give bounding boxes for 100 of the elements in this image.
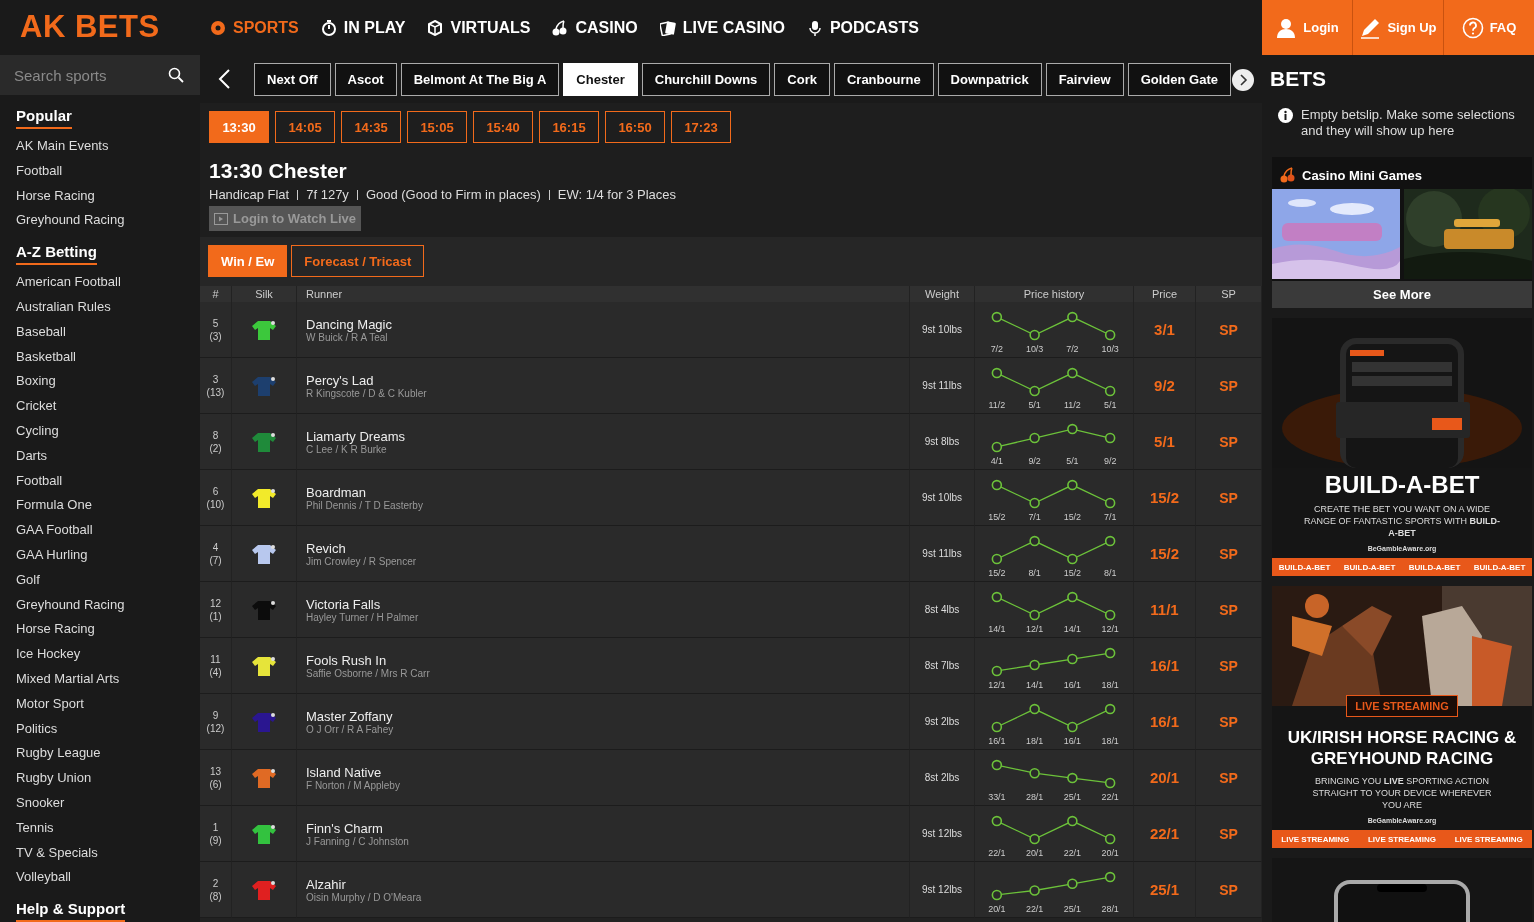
runner-name[interactable]: Master Zoffany — [306, 708, 393, 724]
price-button[interactable]: 11/1 — [1150, 601, 1179, 618]
jockey-trainer: J Fanning / C Johnston — [306, 835, 409, 847]
runner-name[interactable]: Victoria Falls — [306, 596, 381, 612]
sidebar-link[interactable]: Cycling — [0, 418, 200, 444]
search-field[interactable]: Search sports — [0, 55, 200, 95]
sp-button[interactable]: SP — [1219, 769, 1238, 786]
sidebar-link[interactable]: Formula One — [0, 493, 200, 519]
venue-tab[interactable]: Downpatrick — [937, 62, 1042, 96]
time-tab[interactable]: 15:40 — [473, 111, 533, 143]
nav-link[interactable]: CASINO — [552, 18, 638, 37]
sidebar-link[interactable]: Australian Rules — [0, 295, 200, 320]
sidebar-link[interactable]: Golf — [0, 567, 200, 593]
draw-number: (4) — [209, 665, 222, 679]
time-tab[interactable]: 16:50 — [605, 111, 665, 143]
market-tab[interactable]: Forecast / Tricast — [291, 245, 425, 277]
venue-tab[interactable]: Chester — [563, 62, 638, 96]
runner-name[interactable]: Boardman — [306, 484, 366, 500]
price-button[interactable]: 16/1 — [1149, 713, 1180, 730]
sidebar-link[interactable]: American Football — [0, 270, 200, 295]
sidebar-link[interactable]: GAA Hurling — [0, 542, 200, 568]
runner-name[interactable]: Island Native — [306, 764, 382, 780]
draw-number: (7) — [209, 553, 222, 567]
time-tab[interactable]: 15:05 — [407, 111, 467, 143]
sp-button[interactable]: SP — [1219, 545, 1238, 562]
sp-button[interactable]: SP — [1219, 601, 1238, 618]
price-button[interactable]: 15/2 — [1149, 545, 1180, 562]
venue-tab[interactable]: Golden Gate — [1127, 62, 1231, 96]
runner-name[interactable]: Alzahir — [306, 876, 346, 892]
sidebar-link[interactable]: Cricket — [0, 394, 200, 419]
time-tab[interactable]: 17:23 — [671, 111, 731, 143]
price-label: 10/3 — [1025, 343, 1044, 354]
sp-button[interactable]: SP — [1219, 657, 1238, 674]
venue-tab[interactable]: Belmont At The Big A — [400, 62, 560, 96]
price-label: 15/2 — [988, 567, 1006, 578]
sidebar-link[interactable]: Rugby League — [0, 741, 200, 767]
nav-link[interactable]: PODCASTS — [806, 18, 919, 37]
sidebar-link[interactable]: Tennis — [0, 815, 200, 841]
venue-tab[interactable]: Cork — [774, 62, 830, 96]
logo[interactable]: AK BETS — [0, 0, 200, 55]
nav-link[interactable]: LIVE CASINO — [659, 18, 785, 37]
price-button[interactable]: 25/1 — [1149, 881, 1180, 898]
price-button[interactable]: 3/1 — [1154, 321, 1175, 338]
nav-link[interactable]: SPORTS — [210, 18, 299, 37]
price-button[interactable]: 16/1 — [1149, 657, 1180, 674]
sp-button[interactable]: SP — [1219, 489, 1238, 506]
runner-name[interactable]: Dancing Magic — [306, 316, 392, 332]
see-more-button[interactable]: See More — [1272, 281, 1532, 308]
sidebar-link[interactable]: Basketball — [0, 344, 200, 370]
time-tab[interactable]: 14:35 — [341, 111, 401, 143]
runner-name[interactable]: Finn's Charm — [306, 820, 383, 836]
venue-tab[interactable]: Ascot — [334, 62, 397, 96]
price-button[interactable]: 5/1 — [1154, 433, 1175, 450]
sidebar-link[interactable]: Boxing — [0, 369, 200, 395]
venue-tab[interactable]: Fairview — [1045, 62, 1124, 96]
price-button[interactable]: 20/1 — [1149, 769, 1180, 786]
sidebar-link[interactable]: Snooker — [0, 790, 200, 816]
next-button[interactable] — [1232, 69, 1254, 91]
venue-tab[interactable]: Churchill Downs — [641, 62, 771, 96]
sidebar-link[interactable]: AK Main Events — [0, 134, 200, 159]
price-button[interactable]: 15/2 — [1149, 489, 1180, 506]
price-label: 4/1 — [990, 455, 1004, 466]
sidebar-link[interactable]: TV & Specials — [0, 840, 200, 866]
sidebar-link[interactable]: Ice Hockey — [0, 642, 200, 667]
jockey-trainer: Hayley Turner / H Palmer — [306, 611, 419, 623]
sidebar-link[interactable]: Baseball — [0, 319, 200, 345]
sidebar-link[interactable]: Rugby Union — [0, 766, 200, 791]
time-tab[interactable]: 16:15 — [539, 111, 599, 143]
sp-button[interactable]: SP — [1219, 321, 1238, 338]
sidebar-link[interactable]: Volleyball — [0, 865, 200, 891]
price-button[interactable]: 22/1 — [1149, 825, 1180, 842]
runner-name[interactable]: Percy's Lad — [306, 372, 374, 388]
runner-name[interactable]: Revich — [306, 540, 346, 556]
runner-name[interactable]: Fools Rush In — [306, 652, 387, 668]
time-tab[interactable]: 14:05 — [275, 111, 335, 143]
sidebar-link[interactable]: Mixed Martial Arts — [0, 666, 200, 692]
sidebar-link[interactable]: Motor Sport — [0, 691, 200, 717]
venue-tab[interactable]: Cranbourne — [833, 62, 934, 96]
runner-number: 3 — [212, 372, 219, 386]
sp-button[interactable]: SP — [1219, 433, 1238, 450]
sidebar-link[interactable]: Greyhound Racing — [0, 208, 200, 234]
sp-button[interactable]: SP — [1219, 377, 1238, 394]
sidebar-link[interactable]: Politics — [0, 716, 200, 742]
sidebar-link[interactable]: Horse Racing — [0, 183, 200, 209]
chevron-left-icon — [217, 68, 231, 90]
runner-name[interactable]: Liamarty Dreams — [306, 428, 405, 444]
venue-tab[interactable]: Next Off — [254, 62, 331, 96]
sidebar-link[interactable]: Darts — [0, 443, 200, 469]
nav-link[interactable]: IN PLAY — [320, 18, 406, 37]
sidebar-link[interactable]: Greyhound Racing — [0, 592, 200, 618]
sp-button[interactable]: SP — [1219, 881, 1238, 898]
sidebar-link[interactable]: Football — [0, 468, 200, 494]
nav-link[interactable]: VIRTUALS — [427, 18, 531, 37]
price-button[interactable]: 9/2 — [1154, 377, 1175, 394]
sidebar-link[interactable]: GAA Football — [0, 518, 200, 543]
sidebar-link[interactable]: Football — [0, 158, 200, 184]
sidebar-link[interactable]: Horse Racing — [0, 617, 200, 643]
sp-button[interactable]: SP — [1219, 713, 1238, 730]
price-label: 22/1 — [1025, 903, 1044, 914]
sp-button[interactable]: SP — [1219, 825, 1238, 842]
